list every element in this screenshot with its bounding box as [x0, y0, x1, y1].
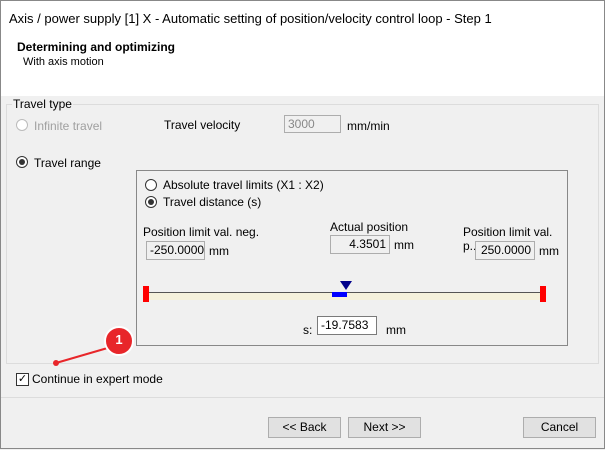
annotation-number: 1 [115, 332, 123, 347]
annotation-overlay [53, 326, 134, 366]
annotation-pointer [55, 346, 112, 364]
annotation-dot [53, 360, 59, 366]
dialog-window: Axis / power supply [1] X - Automatic se… [0, 0, 605, 449]
